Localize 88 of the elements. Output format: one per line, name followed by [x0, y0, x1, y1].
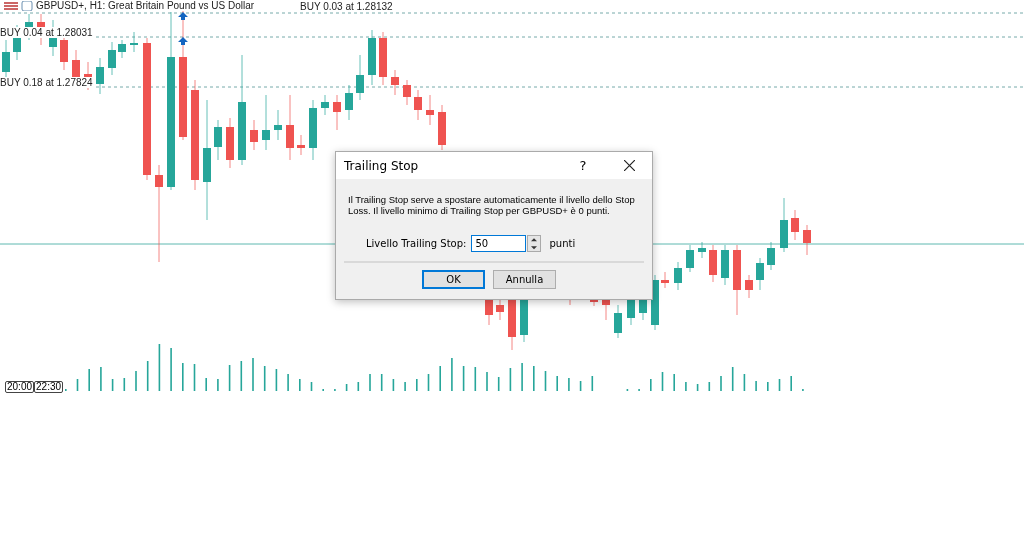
candlestick [262, 94, 270, 151]
volume-bar [778, 379, 781, 391]
candlestick [791, 209, 799, 241]
candlestick [108, 41, 116, 76]
buy-arrow-icon [178, 37, 188, 45]
volume-bar [380, 374, 383, 391]
volume-bar [76, 379, 79, 391]
candlestick [379, 31, 387, 86]
volume-bar [696, 384, 699, 391]
volume-bar [731, 367, 734, 391]
volume-bar [345, 384, 348, 391]
candlestick [721, 244, 729, 286]
candlestick [391, 69, 399, 96]
candlestick [698, 241, 706, 259]
up-arrow-icon[interactable] [531, 238, 538, 242]
candlestick [250, 119, 258, 151]
order-line-label: BUY 0.03 at 1.28132 [300, 1, 393, 12]
candlestick [496, 297, 504, 321]
buy-arrow-icon [178, 12, 188, 20]
help-button[interactable]: ? [560, 158, 606, 173]
candlestick [803, 224, 811, 256]
volume-bar [146, 361, 149, 391]
candlestick [226, 117, 234, 169]
candlestick [96, 57, 104, 95]
candlestick [403, 79, 411, 106]
candlestick [686, 244, 694, 273]
volume-bar [240, 361, 243, 391]
volume-bar [497, 377, 500, 391]
volume-bar [427, 374, 430, 391]
chart-list-icon[interactable] [4, 0, 18, 11]
time-label: 20:00 [5, 381, 35, 393]
dialog-title: Trailing Stop [344, 158, 420, 173]
cancel-button[interactable]: Annulla [493, 270, 556, 289]
candlestick [426, 94, 434, 126]
volume-bar [123, 378, 126, 391]
candlestick [438, 104, 446, 151]
volume-bar [193, 364, 196, 391]
volume-bar [158, 344, 161, 391]
volume-bar [462, 366, 465, 391]
candlestick [733, 244, 741, 316]
candlestick [674, 261, 682, 291]
time-label: 22:30 [34, 381, 64, 393]
candlestick [614, 304, 622, 339]
volume-bar [708, 382, 711, 391]
order-line-label: BUY 0.04 at 1.28031 [0, 27, 93, 38]
candlestick [356, 54, 364, 101]
candlestick [590, 299, 598, 307]
candlestick [214, 119, 222, 161]
spinner-control[interactable] [527, 235, 542, 252]
ok-button[interactable]: OK [422, 270, 485, 289]
chart-title: GBPUSD+, H1: Great Britain Pound vs US Dollar [36, 0, 255, 11]
candlestick [286, 94, 294, 161]
down-arrow-icon[interactable] [531, 245, 538, 249]
candlestick [118, 39, 126, 59]
volume-bar [228, 365, 231, 391]
order-line-label: BUY 0.18 at 1.27824 [0, 77, 93, 88]
candlestick [780, 197, 788, 253]
candlestick [333, 94, 341, 131]
candlestick [661, 271, 669, 289]
description-text: Il Trailing Stop serve a spostare automaticamente il livello dello Stop Loss. Il livello minimo di Trailing Stop per GBPUSD+ è 0 punti. [348, 194, 636, 216]
volume-bar [661, 372, 664, 391]
volume-bar [111, 379, 114, 391]
volume-bar [392, 379, 395, 391]
volume-bar [509, 368, 512, 391]
candlestick [767, 241, 775, 271]
volume-bar [474, 367, 477, 391]
candlestick [130, 31, 138, 53]
candlestick [345, 84, 353, 121]
candlestick [414, 89, 422, 121]
candlestick [745, 274, 753, 299]
unit-label: punti [549, 238, 576, 249]
volume-bar [263, 366, 266, 391]
candlestick [368, 29, 376, 86]
volume-bar [743, 374, 746, 391]
candlestick [309, 99, 317, 161]
candlestick [297, 134, 305, 156]
input-field[interactable]: 50 [471, 235, 527, 252]
field-label: Livello Trailing Stop: [366, 238, 467, 249]
volume-bar [310, 382, 313, 391]
volume-bar [357, 382, 360, 391]
candlestick [756, 257, 764, 291]
volume-bar [544, 371, 547, 391]
candlestick [709, 244, 717, 283]
volume-bar [591, 376, 594, 391]
candlestick [321, 94, 329, 116]
candlestick [274, 109, 282, 141]
volume-bar [579, 381, 582, 391]
volume-bar [275, 369, 278, 391]
